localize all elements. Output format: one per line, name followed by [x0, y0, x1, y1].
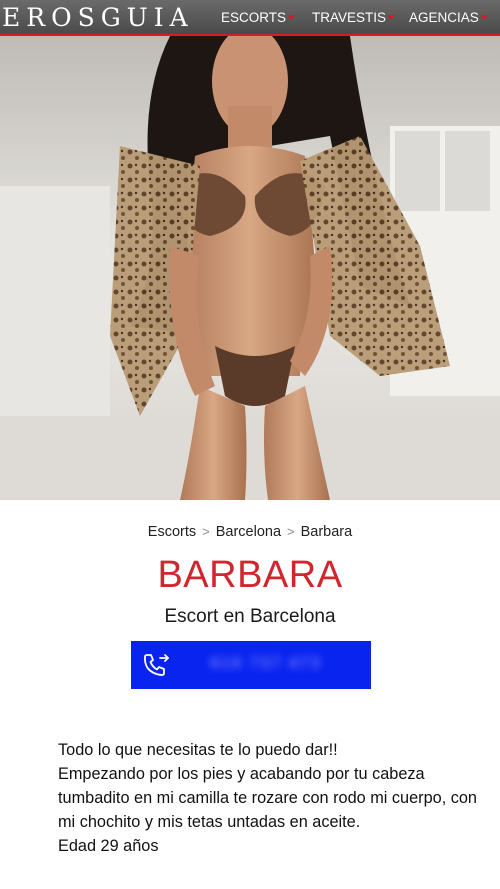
nav-item-escorts[interactable]: ESCORTS	[221, 0, 296, 34]
description-line: Empezando por los pies y acabando por tu…	[58, 765, 477, 831]
breadcrumb-separator: >	[287, 524, 295, 539]
breadcrumb-separator: >	[202, 524, 210, 539]
chevron-down-icon	[387, 15, 396, 20]
phone-number: 616 737 473	[210, 655, 322, 672]
profile-name: BARBARA	[157, 554, 343, 596]
nav-item-agencias[interactable]: AGENCIAS	[409, 0, 488, 34]
profile-description: Todo lo que necesitas te lo puedo dar!! …	[58, 738, 483, 858]
chevron-down-icon	[287, 15, 296, 20]
description-line: Todo lo que necesitas te lo puedo dar!!	[58, 741, 338, 759]
nav-travestis-label: TRAVESTIS	[312, 9, 387, 25]
profile-subtitle: Escort en Barcelona	[164, 606, 336, 627]
chevron-down-icon	[479, 15, 488, 20]
breadcrumb-barcelona[interactable]: Barcelona	[216, 524, 281, 540]
site-header: EROSGUIA ESCORTS TRAVESTIS AGENCIAS	[0, 0, 500, 36]
nav-agencias-label: AGENCIAS	[409, 9, 479, 25]
description-line: Edad 29 años	[58, 837, 159, 855]
phone-forward-icon	[143, 652, 171, 683]
breadcrumb: Escorts > Barcelona > Barbara	[0, 524, 500, 540]
breadcrumb-escorts[interactable]: Escorts	[148, 524, 196, 540]
breadcrumb-current: Barbara	[300, 524, 353, 540]
site-logo[interactable]: EROSGUIA	[2, 3, 194, 33]
nav-escorts-label: ESCORTS	[221, 9, 287, 25]
call-button[interactable]: 616 737 473	[131, 641, 371, 689]
nav-item-travestis[interactable]: TRAVESTIS	[312, 0, 396, 34]
profile-photo[interactable]	[0, 36, 500, 500]
